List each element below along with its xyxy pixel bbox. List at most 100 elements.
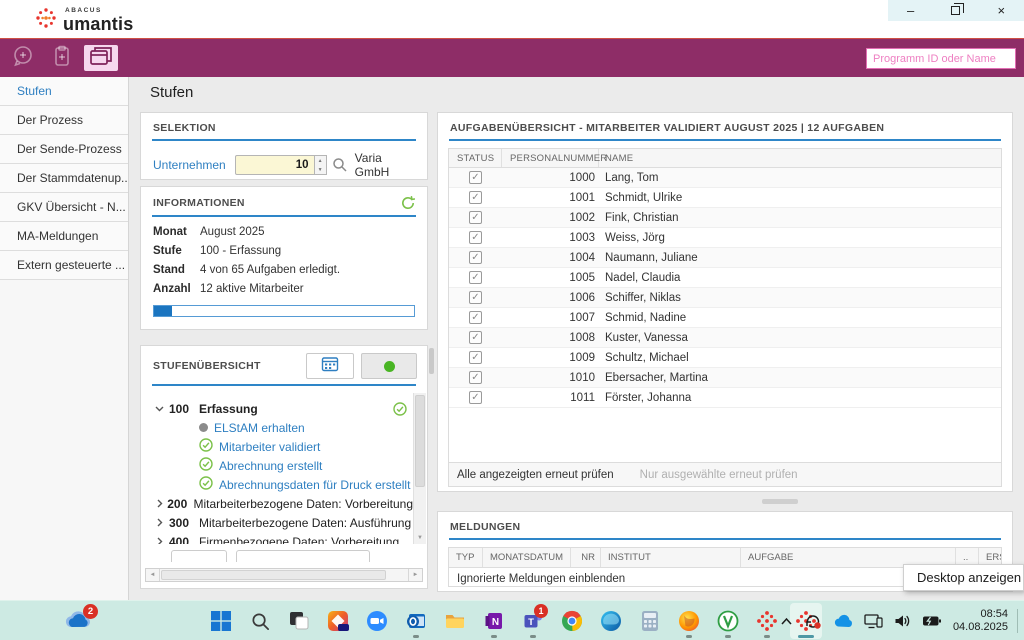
task-row[interactable]: ✓1010Ebersacher, Martina	[449, 368, 1001, 388]
taskbar-app-m365[interactable]	[322, 603, 354, 639]
task-checkbox[interactable]: ✓	[469, 251, 482, 264]
task-checkbox[interactable]: ✓	[469, 371, 482, 384]
stage-row[interactable]: 200Mitarbeiterbezogene Daten: Vorbereitu…	[155, 494, 413, 513]
column-personalnummer[interactable]: PERSONALNUMMER	[502, 149, 599, 167]
tray-volume-icon[interactable]	[894, 614, 911, 628]
stage-task-link[interactable]: Abrechnungsdaten für Druck erstellt	[219, 478, 410, 492]
task-checkbox[interactable]: ✓	[469, 391, 482, 404]
task-checkbox[interactable]: ✓	[469, 231, 482, 244]
taskbar-app-chrome[interactable]	[556, 603, 588, 639]
stepper-down-icon[interactable]: ▼	[315, 165, 326, 174]
horizontal-splitter[interactable]	[762, 499, 798, 504]
sidebar-item[interactable]: GKV Übersicht - N...	[0, 193, 128, 222]
task-checkbox[interactable]: ✓	[469, 331, 482, 344]
task-checkbox[interactable]: ✓	[469, 271, 482, 284]
sidebar-item[interactable]: MA-Meldungen	[0, 222, 128, 251]
stepper-up-icon[interactable]: ▲	[315, 156, 326, 165]
show-ignored-link[interactable]: Ignorierte Meldungen einblenden	[457, 573, 625, 585]
taskbar-app-umantis[interactable]	[751, 603, 783, 639]
task-checkbox[interactable]: ✓	[469, 351, 482, 364]
chat-add-button[interactable]	[6, 45, 40, 71]
scroll-right-icon[interactable]: ►	[408, 569, 422, 581]
calendar-view-button[interactable]	[306, 353, 354, 379]
tray-network-icon[interactable]	[864, 614, 883, 629]
program-search-input[interactable]	[866, 48, 1016, 69]
column-monatsdatum[interactable]: MONATSDATUM	[483, 548, 571, 567]
sidebar-item[interactable]: Stufen	[0, 77, 128, 106]
column-status[interactable]: STATUS	[449, 149, 502, 167]
task-checkbox[interactable]: ✓	[469, 211, 482, 224]
task-row[interactable]: ✓1000Lang, Tom	[449, 168, 1001, 188]
stage-row[interactable]: 300Mitarbeiterbezogene Daten: Ausführung	[155, 513, 413, 532]
taskbar-app-onenote[interactable]: N	[478, 603, 510, 639]
maximize-button[interactable]	[933, 0, 978, 21]
close-button[interactable]: ×	[979, 0, 1024, 21]
taskbar-app-teams[interactable]: T1	[517, 603, 549, 639]
taskbar-app-zoom[interactable]	[361, 603, 393, 639]
refresh-icon[interactable]	[401, 196, 415, 210]
taskbar-app-explorer[interactable]	[439, 603, 471, 639]
stage-row[interactable]: 400Firmenbezogene Daten: Vorbereitung	[155, 532, 413, 544]
column-nr[interactable]: NR	[571, 548, 601, 567]
column-name[interactable]: NAME	[599, 149, 1001, 167]
recheck-all-link[interactable]: Alle angezeigten erneut prüfen	[457, 469, 614, 481]
column-typ[interactable]: TYP	[449, 548, 483, 567]
taskbar-app-firefox[interactable]	[673, 603, 705, 639]
task-checkbox[interactable]: ✓	[469, 291, 482, 304]
tray-onedrive-icon[interactable]	[833, 614, 853, 628]
stage-task-row[interactable]: Abrechnung erstellt	[155, 456, 413, 475]
taskbar-app-edge[interactable]	[595, 603, 627, 639]
stage-task-link[interactable]: Abrechnung erstellt	[219, 459, 322, 473]
task-row[interactable]: ✓1002Fink, Christian	[449, 208, 1001, 228]
chevron-right-icon[interactable]	[155, 537, 169, 544]
task-row[interactable]: ✓1011Förster, Johanna	[449, 388, 1001, 408]
unternehmen-stepper[interactable]: ▲ ▼	[315, 155, 327, 175]
status-toggle-button[interactable]	[361, 353, 417, 379]
tree-vertical-scrollbar[interactable]: ▼	[413, 393, 426, 544]
task-row[interactable]: ✓1003Weiss, Jörg	[449, 228, 1001, 248]
show-desktop-divider[interactable]	[1017, 609, 1018, 633]
task-row[interactable]: ✓1004Naumann, Juliane	[449, 248, 1001, 268]
task-row[interactable]: ✓1001Schmidt, Ulrike	[449, 188, 1001, 208]
stage-task-link[interactable]: ELStAM erhalten	[214, 421, 305, 435]
sidebar-item[interactable]: Der Stammdatenup...	[0, 164, 128, 193]
tree-horizontal-scrollbar[interactable]: ◄ ►	[145, 568, 423, 582]
taskbar-app-vapp[interactable]	[712, 603, 744, 639]
unternehmen-input[interactable]	[235, 155, 315, 175]
taskbar-onedrive-button[interactable]: 2	[62, 608, 92, 634]
stage-task-row[interactable]: Abrechnungsdaten für Druck erstellt	[155, 475, 413, 494]
vertical-splitter[interactable]	[429, 348, 434, 374]
chevron-down-icon[interactable]	[155, 404, 169, 413]
tray-sync-icon[interactable]	[804, 613, 822, 629]
tray-chevron-up-icon[interactable]	[780, 617, 793, 626]
stage-task-row[interactable]: Mitarbeiter validiert	[155, 437, 413, 456]
search-lookup-icon[interactable]	[332, 157, 348, 173]
taskbar-clock[interactable]: 08:54 04.08.2025	[953, 608, 1008, 634]
sidebar-item[interactable]: Der Sende-Prozess	[0, 135, 128, 164]
window-switcher-button[interactable]	[84, 45, 118, 71]
task-row[interactable]: ✓1009Schultz, Michael	[449, 348, 1001, 368]
taskbar-app-outlook[interactable]	[400, 603, 432, 639]
task-checkbox[interactable]: ✓	[469, 191, 482, 204]
sidebar-item[interactable]: Der Prozess	[0, 106, 128, 135]
column-institut[interactable]: INSTITUT	[601, 548, 741, 567]
task-row[interactable]: ✓1005Nadel, Claudia	[449, 268, 1001, 288]
task-row[interactable]: ✓1008Kuster, Vanessa	[449, 328, 1001, 348]
task-row[interactable]: ✓1007Schmid, Nadine	[449, 308, 1001, 328]
clipboard-add-button[interactable]	[45, 45, 79, 71]
stage-task-link[interactable]: Mitarbeiter validiert	[219, 440, 320, 454]
scroll-down-icon[interactable]: ▼	[414, 531, 426, 544]
unternehmen-link[interactable]: Unternehmen	[153, 158, 235, 172]
taskbar-app-search[interactable]	[244, 603, 276, 639]
scroll-left-icon[interactable]: ◄	[146, 569, 160, 581]
taskbar-app-calculator[interactable]	[634, 603, 666, 639]
stage-task-row[interactable]: ELStAM erhalten	[155, 418, 413, 437]
chevron-right-icon[interactable]	[155, 499, 167, 508]
minimize-button[interactable]: –	[888, 0, 933, 21]
task-checkbox[interactable]: ✓	[469, 171, 482, 184]
taskbar-app-windows[interactable]	[205, 603, 237, 639]
task-checkbox[interactable]: ✓	[469, 311, 482, 324]
chevron-right-icon[interactable]	[155, 518, 169, 527]
stage-row[interactable]: 100Erfassung	[155, 399, 413, 418]
task-row[interactable]: ✓1006Schiffer, Niklas	[449, 288, 1001, 308]
